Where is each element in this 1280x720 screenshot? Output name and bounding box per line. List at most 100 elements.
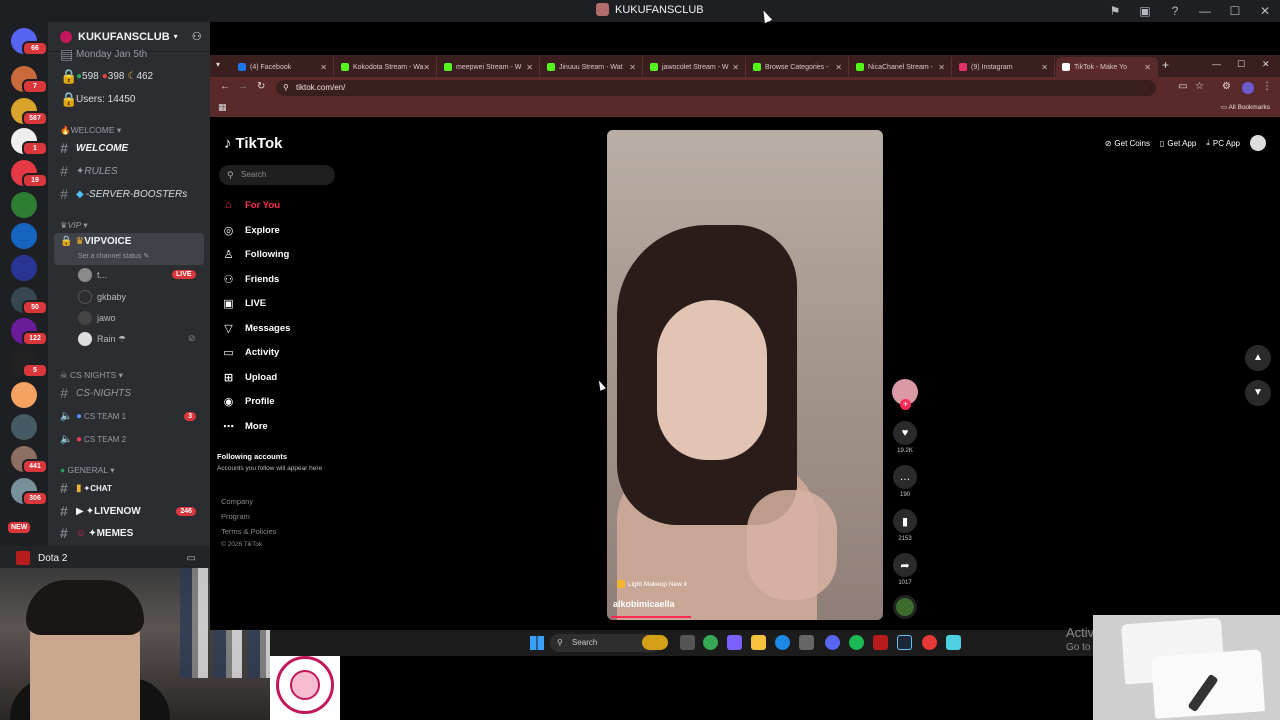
browser-tab[interactable]: TikTok - Make Yo ✕ (1056, 57, 1158, 77)
voice-user[interactable]: Rain ☂ (78, 330, 126, 348)
channel-rules[interactable]: # ✦RULES (54, 161, 204, 181)
video-caption-tag[interactable]: Light Makeup New it (617, 580, 687, 588)
browser-tab[interactable]: (9) Instagram ✕ (953, 57, 1055, 77)
copilot-icon[interactable] (727, 635, 742, 650)
spotify-icon[interactable] (849, 635, 864, 650)
edge-icon[interactable] (775, 635, 790, 650)
nav-more[interactable]: ⋯ More (222, 416, 268, 436)
category-cs-nights[interactable]: ☠ CS NIGHTS ▾ (60, 370, 123, 381)
activity-bar[interactable]: Dota 2 ▭ (0, 546, 210, 570)
nav-upload[interactable]: ⊞ Upload (222, 367, 277, 387)
category-general[interactable]: ● GENERAL ▾ (60, 465, 114, 476)
tab-close-icon[interactable]: ✕ (1041, 63, 1048, 72)
footer-terms[interactable]: Terms & Policies (221, 527, 276, 536)
browser-close-button[interactable]: ✕ (1262, 59, 1270, 70)
nav-for-you[interactable]: ⌂ For You (222, 195, 280, 215)
user-avatar[interactable] (1250, 135, 1266, 151)
notepad-icon[interactable] (946, 635, 961, 650)
footer-company[interactable]: Company (221, 497, 253, 506)
nav-live[interactable]: ▣ LIVE (222, 293, 266, 313)
bookmark-star-icon[interactable]: ☆ (1195, 81, 1204, 92)
video-author[interactable]: alkobimicaella (613, 599, 675, 609)
screen-share-icon[interactable]: ▭ (187, 553, 196, 564)
nav-following[interactable]: ♙ Following (222, 244, 290, 264)
channel-cs-team-2[interactable]: 🔈 ● CS TEAM 2 (54, 429, 204, 449)
profile-avatar[interactable] (1242, 82, 1254, 94)
all-bookmarks[interactable]: ▭ All Bookmarks (1221, 103, 1270, 111)
inbox-icon[interactable]: ▣ (1130, 4, 1160, 18)
tab-close-icon[interactable]: ✕ (629, 63, 636, 72)
comment-button[interactable]: … 190 (892, 465, 918, 498)
menu-icon[interactable]: ⋮ (1262, 81, 1272, 92)
forward-icon[interactable]: → (238, 81, 248, 92)
task-view-icon[interactable] (680, 635, 695, 650)
apps-icon[interactable]: ▦ (218, 102, 227, 113)
new-tab-button[interactable]: + (1162, 58, 1169, 72)
tab-close-icon[interactable]: ✕ (1144, 63, 1151, 72)
chrome-icon[interactable] (703, 635, 718, 650)
next-video-button[interactable]: ▼ (1245, 380, 1271, 406)
channel-cs-team-1[interactable]: 🔈 ● CS TEAM 1 3 (54, 406, 204, 426)
tab-close-icon[interactable]: ✕ (938, 63, 945, 72)
channel-chat[interactable]: # ▮ ✦CHAT (54, 478, 204, 498)
creator-avatar[interactable]: + (892, 379, 918, 410)
server-icon[interactable] (11, 255, 37, 281)
widget-icon[interactable] (642, 635, 668, 650)
windows-start-icon[interactable] (530, 636, 544, 650)
nav-friends[interactable]: ⚇ Friends (222, 269, 280, 289)
browser-tab[interactable]: Jinuuu Stream - Wat ✕ (541, 57, 643, 77)
voice-user[interactable]: gkbaby (78, 288, 126, 306)
install-icon[interactable]: ▭ (1178, 81, 1187, 92)
voice-user[interactable]: t... (78, 266, 107, 284)
share-button[interactable]: ➦ 1017 (892, 553, 918, 586)
category-welcome[interactable]: 🔥WELCOME ▾ (60, 125, 121, 136)
channel-server-boosters[interactable]: # ◆ -SERVER-BOOSTERs (54, 184, 204, 204)
server-icon[interactable] (11, 414, 37, 440)
pc-app-button[interactable]: ⤓ PC App (1206, 138, 1240, 148)
back-icon[interactable]: ← (220, 81, 230, 92)
inbox-flag-icon[interactable]: ⚑ (1100, 4, 1130, 18)
nav-messages[interactable]: ▽ Messages (222, 318, 290, 338)
extensions-icon[interactable]: ⚙ (1222, 81, 1231, 92)
channel-welcome[interactable]: # WELCOME (54, 138, 204, 158)
server-icon[interactable] (11, 192, 37, 218)
minimize-button[interactable]: — (1190, 4, 1220, 18)
tab-close-icon[interactable]: ✕ (320, 63, 327, 72)
help-icon[interactable]: ? (1160, 4, 1190, 18)
browser-maximize-button[interactable]: ☐ (1237, 59, 1245, 70)
browser-tab[interactable]: jawocolet Stream - W ✕ (644, 57, 746, 77)
close-button[interactable]: ✕ (1250, 4, 1280, 18)
music-disc-icon[interactable] (893, 595, 917, 619)
file-explorer-icon[interactable] (751, 635, 766, 650)
channel-memes[interactable]: # ☺ ✦MEMES (54, 523, 204, 543)
browser-minimize-button[interactable]: — (1212, 59, 1221, 69)
video-player[interactable]: Light Makeup New it alkobimicaella (607, 130, 883, 620)
tab-close-icon[interactable]: ✕ (732, 63, 739, 72)
site-info-icon[interactable]: ⚲ (283, 80, 289, 96)
previous-video-button[interactable]: ▲ (1245, 345, 1271, 371)
search-input[interactable]: ⚲ Search (219, 165, 335, 185)
channel-vipvoice[interactable]: 🔒 ♛VIPVOICE Set a channel status ✎ (54, 233, 204, 265)
reload-icon[interactable]: ↻ (257, 81, 265, 92)
browser-tab[interactable]: NicaChanel Stream - ✕ (850, 57, 952, 77)
get-coins-button[interactable]: ⊘ Get Coins (1105, 139, 1150, 148)
tab-close-icon[interactable]: ✕ (423, 63, 430, 72)
steam-icon[interactable] (897, 635, 912, 650)
video-progress-bar[interactable] (611, 616, 691, 618)
like-button[interactable]: ♥ 19.2K (892, 421, 918, 454)
browser-tab[interactable]: (4) Facebook ✕ (232, 57, 334, 77)
tab-search-icon[interactable]: ▾ (216, 60, 220, 69)
tab-close-icon[interactable]: ✕ (526, 63, 533, 72)
app-icon[interactable] (922, 635, 937, 650)
server-icon[interactable] (11, 382, 37, 408)
discord-icon[interactable] (825, 635, 840, 650)
save-button[interactable]: ▮ 2153 (892, 509, 918, 542)
store-icon[interactable] (799, 635, 814, 650)
browser-tab[interactable]: meepwei Stream - W ✕ (438, 57, 540, 77)
channel-cs-nights[interactable]: # CS-NIGHTS (54, 383, 204, 403)
footer-program[interactable]: Program (221, 512, 250, 521)
url-field[interactable]: ⚲ tiktok.com/en/ (276, 80, 1156, 96)
dota-icon[interactable] (873, 635, 888, 650)
add-member-icon[interactable]: ⚇ (192, 30, 202, 43)
tiktok-logo[interactable]: ♪ TikTok (224, 135, 282, 152)
